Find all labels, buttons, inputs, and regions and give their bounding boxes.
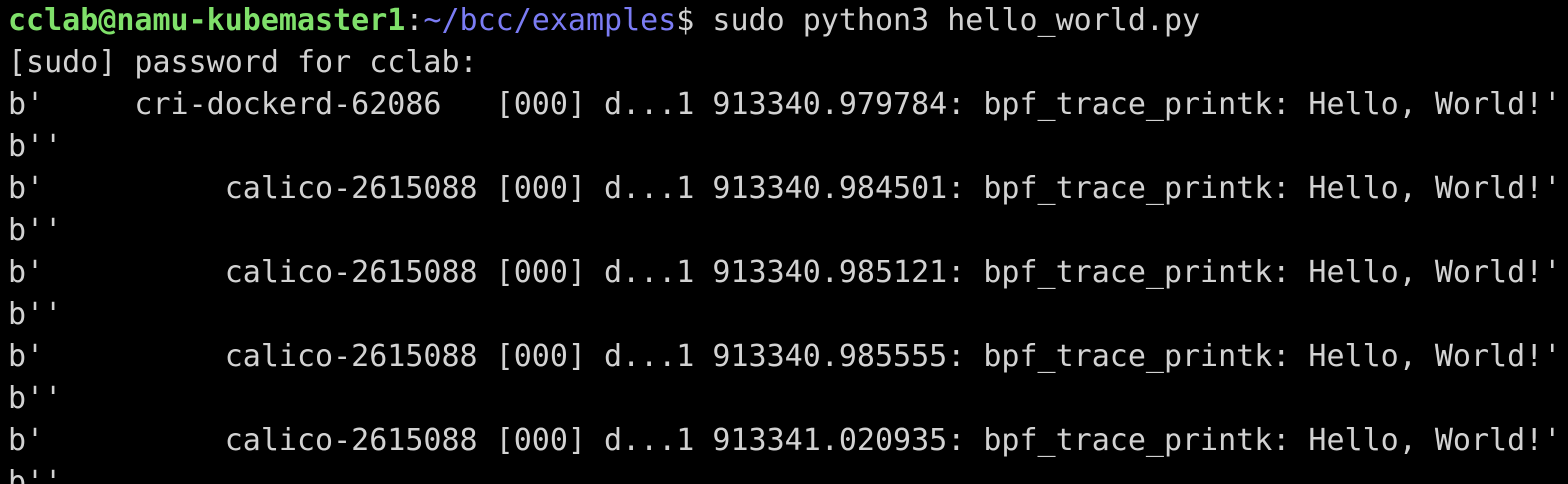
output-line: b'' bbox=[8, 381, 63, 416]
output-line: b'' bbox=[8, 129, 63, 164]
terminal-window[interactable]: cclab@namu-kubemaster1:~/bcc/examples$ s… bbox=[0, 0, 1568, 484]
prompt-user-host: cclab@namu-kubemaster1 bbox=[8, 3, 406, 38]
output-line: b' calico-2615088 [000] d...1 913340.985… bbox=[8, 255, 1562, 290]
command-text: sudo python3 hello_world.py bbox=[694, 3, 1201, 38]
output-line: b' cri-dockerd-62086 [000] d...1 913340.… bbox=[8, 87, 1562, 122]
output-line: b'' bbox=[8, 297, 63, 332]
prompt-line: cclab@namu-kubemaster1:~/bcc/examples$ s… bbox=[8, 0, 1568, 42]
output-line: b'' bbox=[8, 465, 63, 484]
output-line: b' calico-2615088 [000] d...1 913340.985… bbox=[8, 339, 1562, 374]
output-line: b' calico-2615088 [000] d...1 913341.020… bbox=[8, 423, 1562, 458]
output-line: b'' bbox=[8, 213, 63, 248]
prompt-symbol: $ bbox=[676, 3, 695, 38]
output-line: b' calico-2615088 [000] d...1 913340.984… bbox=[8, 171, 1562, 206]
prompt-path: ~/bcc/examples bbox=[423, 3, 677, 38]
sudo-password-prompt: [sudo] password for cclab: bbox=[8, 45, 478, 80]
prompt-colon: : bbox=[405, 3, 424, 38]
